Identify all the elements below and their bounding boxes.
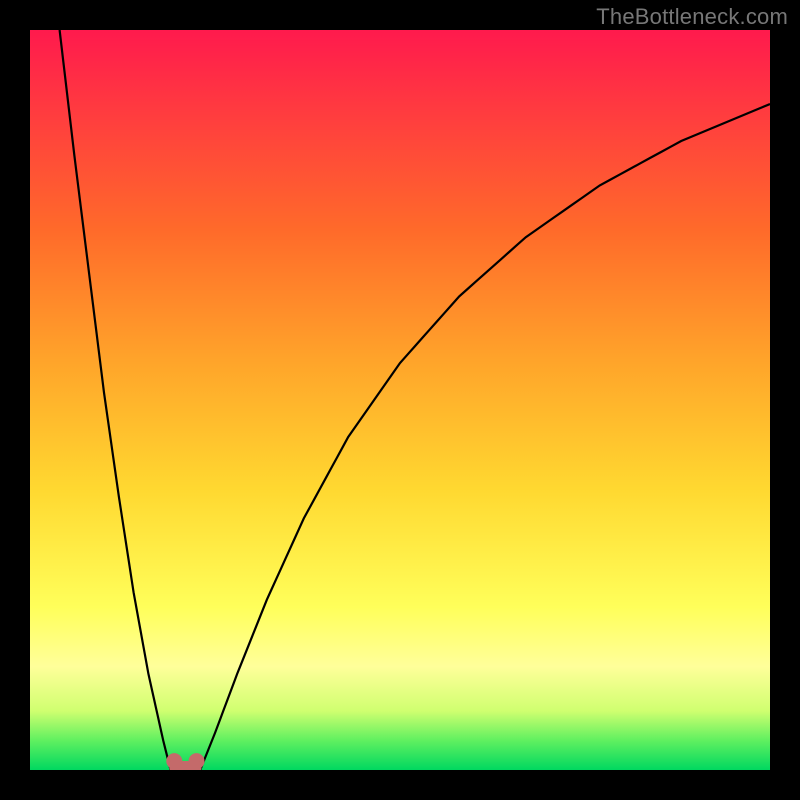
chart-frame: TheBottleneck.com <box>0 0 800 800</box>
bottleneck-curve <box>60 30 770 770</box>
valley-connector <box>174 761 196 770</box>
marker-group <box>166 753 204 770</box>
watermark-text: TheBottleneck.com <box>596 4 788 30</box>
curve-group <box>60 30 770 770</box>
chart-svg <box>30 30 770 770</box>
plot-area <box>30 30 770 770</box>
